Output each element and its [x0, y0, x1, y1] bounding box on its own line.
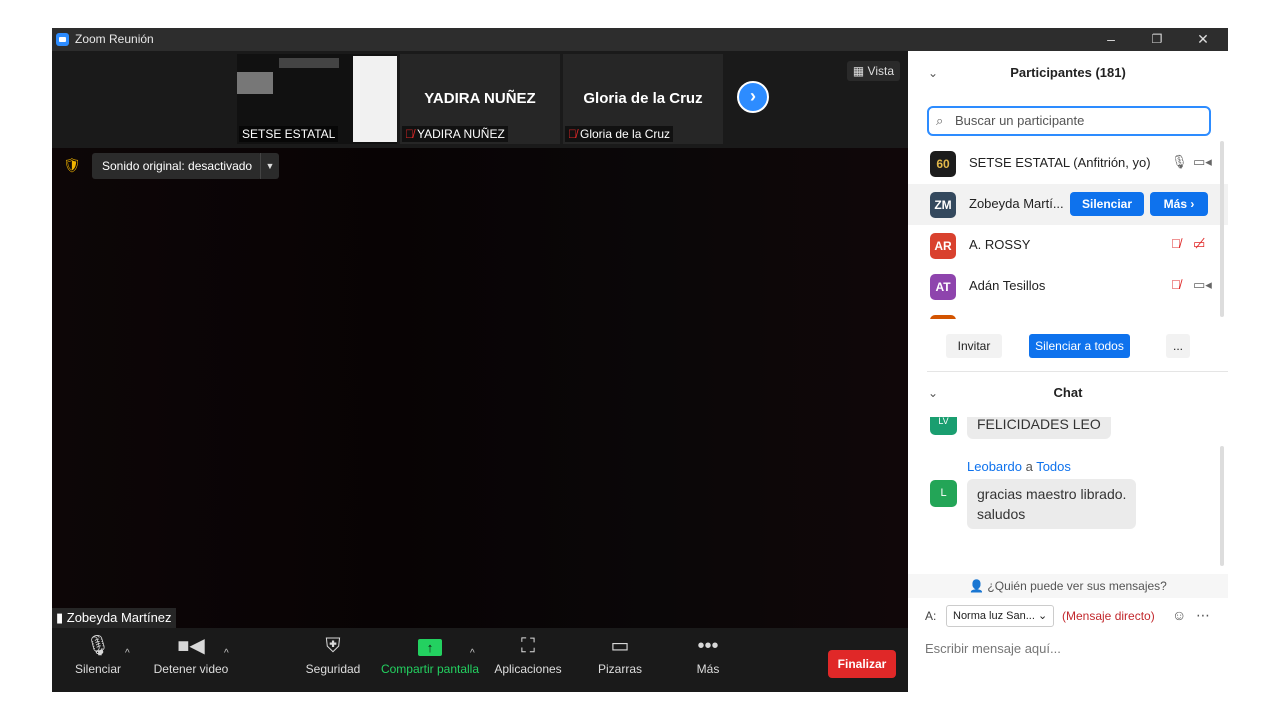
mute-participant-button[interactable]: Silenciar	[1070, 192, 1144, 216]
camera-icon[interactable]: ▭◂	[1193, 154, 1212, 170]
collapse-chevron-icon[interactable]: ⌄	[928, 51, 938, 95]
invite-button[interactable]: Invitar	[946, 334, 1002, 358]
restore-button[interactable]: ❐	[1134, 28, 1180, 51]
microphone-icon: 🎙	[85, 635, 111, 657]
stop-video-button[interactable]: ■◀ Detener video	[150, 628, 232, 692]
chat-message-input[interactable]: Escribir mensaje aquí...	[925, 641, 1061, 656]
security-shield-icon[interactable]: 🛡	[63, 157, 81, 175]
grid-icon: ▦	[852, 64, 868, 78]
chat-scrollbar[interactable]	[1220, 446, 1224, 566]
whiteboards-button[interactable]: ▭ Pizarras	[592, 628, 648, 692]
recipient-dropdown[interactable]: Norma luz San... ⌄	[946, 605, 1055, 627]
mic-muted-icon[interactable]: 🎙̸	[1171, 277, 1181, 292]
search-icon: ⌕	[936, 113, 944, 128]
participant-name: SETSE ESTATAL	[239, 126, 339, 142]
security-button[interactable]: ⛨ Seguridad	[304, 628, 362, 692]
participants-header: ⌄ Participantes (181)	[908, 51, 1228, 97]
view-button[interactable]: ▦ Vista	[846, 61, 900, 81]
chat-sender: Leobardo a Todos	[967, 459, 1071, 474]
participant-name: SETSE ESTATAL (Anfitrión, yo)	[969, 155, 1151, 170]
original-sound-toggle[interactable]: Sonido original: desactivado	[92, 153, 263, 179]
active-speaker-label: ▮ Zobeyda Martínez	[52, 608, 176, 628]
camera-icon[interactable]: ▭◂	[1193, 277, 1212, 293]
mute-button[interactable]: 🎙 Silenciar	[70, 628, 126, 692]
microphone-icon[interactable]: 🎙	[1171, 154, 1188, 170]
person-lock-icon: 👤	[969, 579, 988, 593]
camera-icon: ■◀	[177, 635, 205, 657]
mic-muted-icon[interactable]: 🎙̸	[1171, 236, 1181, 251]
participant-row[interactable]: AR A. ROSSY 🎙̸ ▭̸	[908, 225, 1228, 266]
video-area: SETSE ESTATAL YADIRA NUÑEZ 🎙̸ YADIRA NUÑE…	[52, 51, 908, 628]
chevron-down-icon: ⌄	[1037, 610, 1048, 622]
avatar: L	[930, 480, 957, 507]
thumbnail-strip: SETSE ESTATAL YADIRA NUÑEZ 🎙̸ YADIRA NUÑE…	[52, 51, 908, 148]
audio-options-caret[interactable]: ^	[125, 648, 130, 659]
video-tile-gloria[interactable]: Gloria de la Cruz 🎙̸ Gloria de la Cruz	[563, 54, 723, 144]
mic-muted-icon: 🎙̸	[405, 127, 414, 141]
participant-scrollbar[interactable]	[1220, 141, 1224, 317]
apps-button[interactable]: ⛶ Aplicaciones	[492, 628, 564, 692]
avatar: ZM	[930, 192, 956, 218]
share-screen-icon: ↑	[378, 628, 482, 662]
shield-icon: ⛨	[325, 635, 341, 657]
participant-list: 60 SETSE ESTATAL (Anfitrión, yo) 🎙 ▭◂ ZM…	[908, 143, 1228, 319]
main-video: 🛡 Sonido original: desactivado ▼ ▮ Zobey…	[52, 148, 908, 628]
mic-muted-icon: 🎙̸	[568, 127, 577, 141]
tile-big-name: YADIRA NUÑEZ	[424, 90, 536, 107]
video-options-caret[interactable]: ^	[224, 648, 229, 659]
title-bar: Zoom Reunión – ❐ ✕	[52, 28, 1228, 51]
camera-off-icon[interactable]: ▭̸	[1193, 236, 1205, 252]
close-window-button[interactable]: ✕	[1180, 28, 1226, 51]
more-dots-icon: •••	[697, 635, 719, 657]
participant-more-button[interactable]: Más ›	[1150, 192, 1208, 216]
chat-header: ⌄ Chat	[908, 371, 1228, 415]
chat-more-icon[interactable]: ⋯	[1196, 607, 1210, 624]
avatar	[930, 315, 956, 319]
next-page-button[interactable]: ›	[737, 81, 769, 113]
avatar: AT	[930, 274, 956, 300]
share-screen-button[interactable]: ↑ Compartir pantalla	[378, 628, 482, 692]
participant-name: Adán Tesillos	[969, 278, 1046, 293]
participant-row[interactable]: 60 SETSE ESTATAL (Anfitrión, yo) 🎙 ▭◂	[908, 143, 1228, 184]
meeting-toolbar: 🎙 Silenciar ^ ■◀ Detener video ^ ⛨ Segurida…	[52, 628, 908, 692]
whiteboard-icon: ▭	[610, 635, 630, 657]
participants-more-button[interactable]: ...	[1166, 334, 1190, 358]
participant-name: 🎙̸ Gloria de la Cruz	[565, 126, 674, 142]
to-label: A:	[925, 609, 937, 623]
apps-icon: ⛶	[521, 635, 535, 657]
who-can-see-link[interactable]: 👤 ¿Quién puede ver sus mensajes?	[908, 574, 1228, 598]
minimize-button[interactable]: –	[1088, 28, 1134, 51]
zoom-app-icon	[56, 33, 69, 46]
share-options-caret[interactable]: ^	[470, 648, 475, 659]
emoji-icon[interactable]: ☺	[1172, 607, 1186, 623]
tile-big-name: Gloria de la Cruz	[583, 90, 703, 107]
chat-message: FELICIDADES LEO	[967, 417, 1111, 439]
participant-row[interactable]	[908, 307, 1228, 319]
avatar: AR	[930, 233, 956, 259]
chat-message: gracias maestro librado. saludos	[967, 479, 1137, 529]
avatar: LV	[930, 417, 957, 435]
chat-messages: LV FELICIDADES LEO Leobardo a Todos L gr…	[908, 417, 1228, 547]
participant-search-input[interactable]: ⌕ Buscar un participante	[927, 106, 1211, 136]
participant-row[interactable]: ZM Zobeyda Martí... Silenciar Más ›	[908, 184, 1228, 225]
end-meeting-button[interactable]: Finalizar	[828, 650, 896, 678]
zoom-window: Zoom Reunión – ❐ ✕ SETSE ESTATAL YADIRA …	[52, 28, 1228, 692]
participant-row[interactable]: AT Adán Tesillos 🎙̸ ▭◂	[908, 266, 1228, 307]
participant-name: 🎙̸ YADIRA NUÑEZ	[402, 126, 508, 142]
side-panel: ⌄ Participantes (181) ⌕ Buscar un partic…	[908, 51, 1228, 692]
direct-message-label: (Mensaje directo)	[1062, 609, 1155, 623]
collapse-chevron-icon[interactable]: ⌄	[928, 371, 938, 415]
video-tile-setse[interactable]: SETSE ESTATAL	[237, 54, 397, 144]
window-title: Zoom Reunión	[75, 32, 154, 46]
video-tile-yadira[interactable]: YADIRA NUÑEZ 🎙̸ YADIRA NUÑEZ	[400, 54, 560, 144]
participant-name: Zobeyda Martí...	[969, 196, 1064, 211]
sound-options-caret[interactable]: ▼	[260, 153, 279, 179]
participant-name: A. ROSSY	[969, 237, 1031, 252]
more-button[interactable]: ••• Más	[688, 628, 728, 692]
mute-all-button[interactable]: Silenciar a todos	[1029, 334, 1130, 358]
signal-icon: ▮	[56, 610, 67, 625]
avatar: 60	[930, 151, 956, 177]
